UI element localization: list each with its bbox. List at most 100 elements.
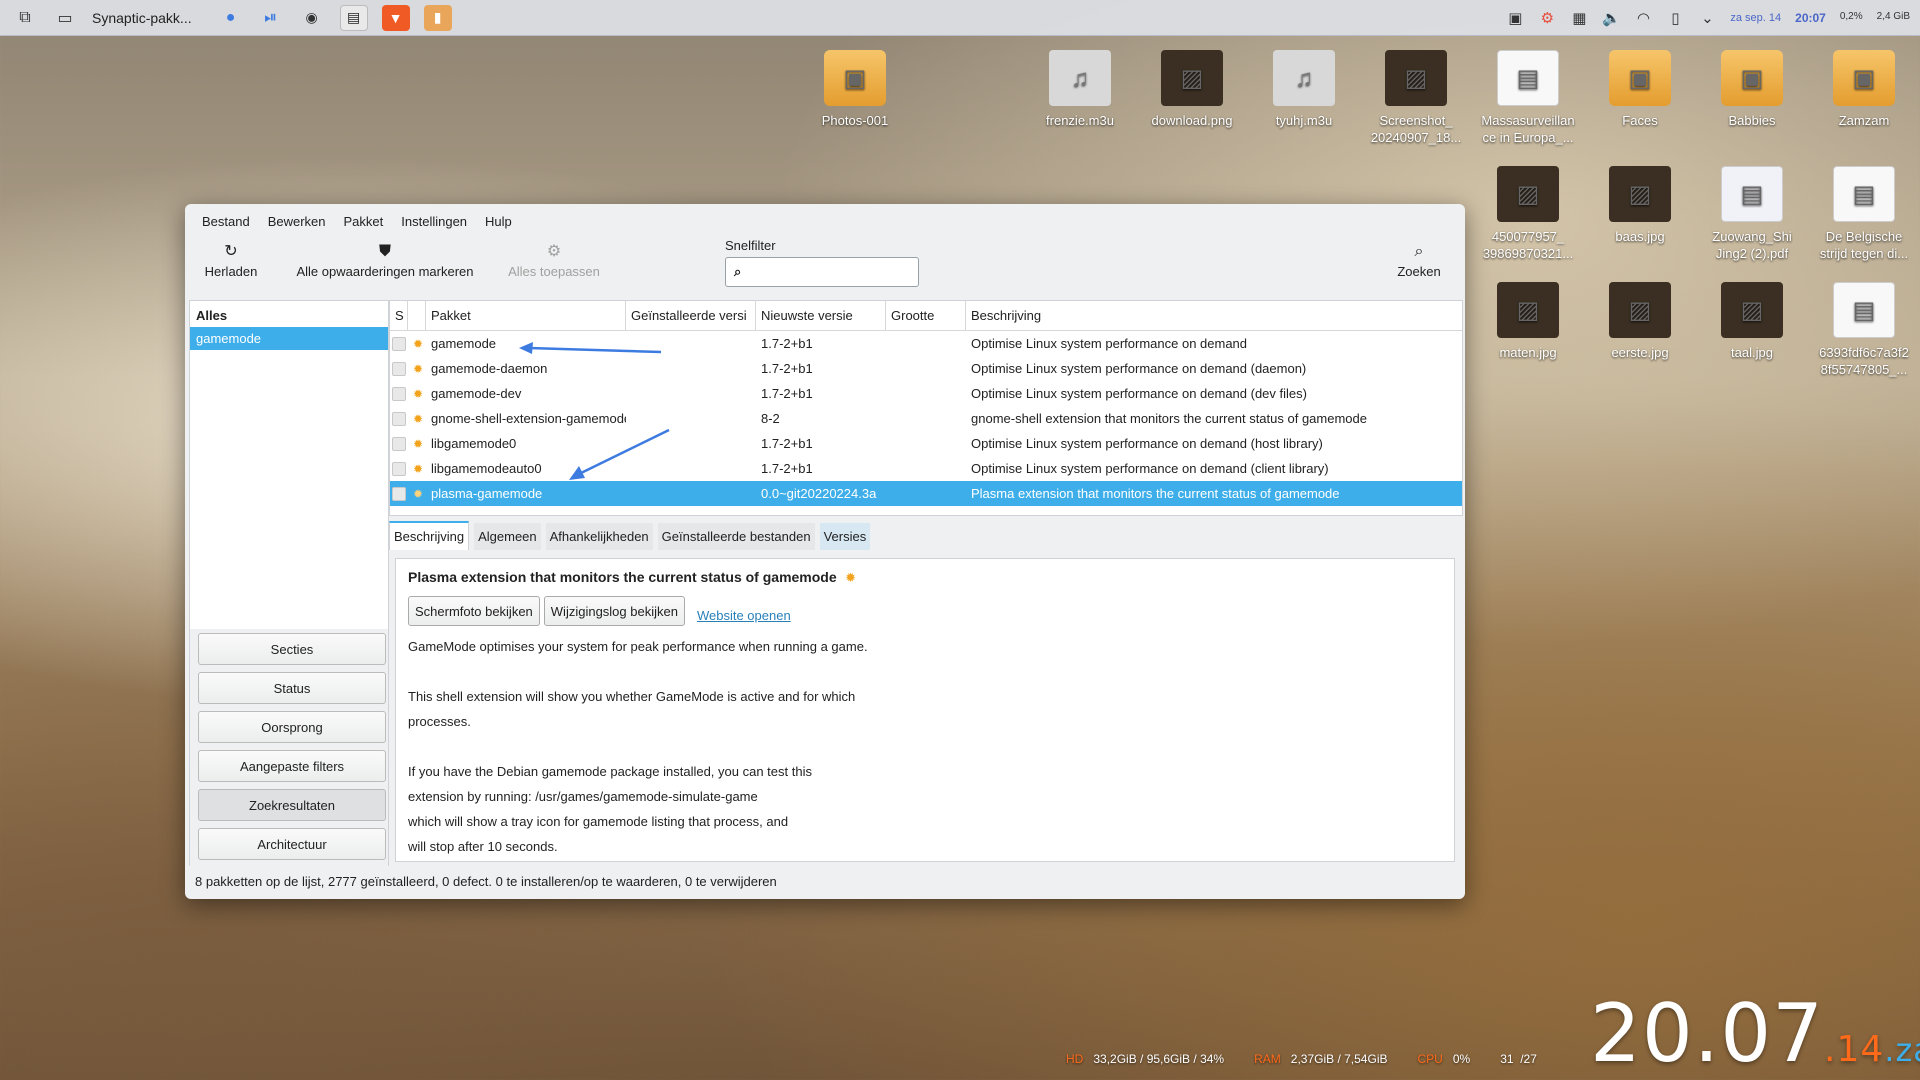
desktop-icon[interactable]: ▨ eerste.jpg <box>1585 282 1695 361</box>
tab-dependencies[interactable]: Afhankelijkheden <box>545 523 653 550</box>
screenshot-icon[interactable]: ▭ <box>52 7 78 29</box>
temp-stat: 31 /27 <box>1500 1052 1537 1066</box>
changelog-button[interactable]: Wijzigingslog bekijken <box>543 596 685 626</box>
menu-bewerken[interactable]: Bewerken <box>259 214 335 229</box>
desktop-icon[interactable]: ▣ Photos-001 <box>800 50 910 129</box>
quickfilter-input[interactable] <box>747 264 908 280</box>
menu-instellingen[interactable]: Instellingen <box>392 214 476 229</box>
desktop-icon-label: Zamzam <box>1838 113 1890 128</box>
detail-title: Plasma extension that monitors the curre… <box>408 569 1442 586</box>
desktop-icon-label: Photos-001 <box>821 113 889 128</box>
sidebar-header[interactable]: Alles <box>190 301 388 327</box>
active-window-title[interactable]: Synaptic-pakk... <box>92 10 192 26</box>
update-icon[interactable]: ⚙ <box>1538 9 1556 27</box>
desktop-icon-label: Zuowang_Shi Jing2 (2).pdf <box>1712 229 1792 261</box>
custom-filters-button[interactable]: Aangepaste filters <box>198 750 386 782</box>
package-checkbox[interactable] <box>392 486 406 501</box>
desktop-icon[interactable]: ▨ taal.jpg <box>1697 282 1807 361</box>
status-cell <box>390 411 408 426</box>
quickfilter: Snelfilter ⌕ <box>725 238 919 287</box>
search-results-button[interactable]: Zoekresultaten <box>198 789 386 821</box>
volume-icon[interactable]: 🔈 <box>1602 9 1621 27</box>
col-icon[interactable] <box>408 301 426 330</box>
desktop-icon-label: 450077957_ 39869870321... <box>1482 229 1574 261</box>
tray-time[interactable]: 20:07 <box>1795 11 1826 25</box>
col-installed-version[interactable]: Geïnstalleerde versi <box>626 301 756 330</box>
menu-hulp[interactable]: Hulp <box>476 214 521 229</box>
icon-cell: ✹ <box>408 336 426 351</box>
table-row[interactable]: ✹ libgamemode0 1.7-2+b1 Optimise Linux syst… <box>390 431 1462 456</box>
desktop-icon[interactable]: ▣ Babbies <box>1697 50 1807 129</box>
tab-general[interactable]: Algemeen <box>474 523 541 550</box>
desktop-icon-label: frenzie.m3u <box>1046 113 1114 128</box>
desktop-icon[interactable]: ▨ download.png <box>1137 50 1247 129</box>
desktop-icon[interactable]: ▤ Massasurveillan ce in Europa_... <box>1473 50 1583 146</box>
quickfilter-label: Snelfilter <box>725 238 776 253</box>
media-record-icon[interactable]: ● <box>218 7 244 29</box>
package-checkbox[interactable] <box>392 336 406 351</box>
tab-installed-files[interactable]: Geïnstalleerde bestanden <box>657 523 815 550</box>
table-row[interactable]: ✹ gnome-shell-extension-gamemode 8-2 gnome-… <box>390 406 1462 431</box>
desktop-icon[interactable]: ▣ Zamzam <box>1809 50 1919 129</box>
reload-icon: ↻ <box>224 243 238 260</box>
desktop-icon[interactable]: ▨ 450077957_ 39869870321... <box>1473 166 1583 262</box>
quickfilter-box[interactable]: ⌕ <box>725 257 919 287</box>
package-checkbox[interactable] <box>392 361 406 376</box>
col-package[interactable]: Pakket <box>426 301 626 330</box>
package-checkbox[interactable] <box>392 411 406 426</box>
chevron-down-icon[interactable]: ⌄ <box>1698 9 1716 27</box>
package-checkbox[interactable] <box>392 386 406 401</box>
shield-icon: ⛊ <box>378 243 391 260</box>
clipboard-icon[interactable]: ▦ <box>1570 9 1588 27</box>
media-play-pause-icon[interactable]: ⏯ <box>258 7 284 29</box>
package-checkbox[interactable] <box>392 461 406 476</box>
desktop-icon[interactable]: ▨ Screenshot_ 20240907_18... <box>1361 50 1471 146</box>
col-latest-version[interactable]: Nieuwste versie <box>756 301 886 330</box>
sections-button[interactable]: Secties <box>198 633 386 665</box>
desktop-icon[interactable]: ♫ frenzie.m3u <box>1025 50 1135 129</box>
table-row[interactable]: ✹ gamemode-dev 1.7-2+b1 Optimise Linux syst… <box>390 381 1462 406</box>
apply-button[interactable]: ⚙ Alles toepassen <box>499 240 609 279</box>
sidebar-item-selected[interactable]: gamemode <box>190 327 388 350</box>
origin-button[interactable]: Oorsprong <box>198 711 386 743</box>
desktop-icon[interactable]: ▤ Zuowang_Shi Jing2 (2).pdf <box>1697 166 1807 262</box>
desktop-icon[interactable]: ▨ baas.jpg <box>1585 166 1695 245</box>
file-manager-icon[interactable]: ▤ <box>339 4 368 31</box>
archive-app-icon[interactable]: ▮ <box>423 4 452 31</box>
architecture-button[interactable]: Architectuur <box>198 828 386 860</box>
col-description[interactable]: Beschrijving <box>966 301 1462 330</box>
media-app-icon[interactable]: ◉ <box>298 5 326 31</box>
package-checkbox[interactable] <box>392 436 406 451</box>
tray-cpu-stat: 0,2% <box>1839 10 1863 22</box>
reload-button[interactable]: ↻ Herladen <box>199 240 263 279</box>
status-button[interactable]: Status <box>198 672 386 704</box>
pager-icon[interactable]: ⧉ <box>12 7 38 29</box>
package-table: S Pakket Geïnstalleerde versi Nieuwste v… <box>389 300 1463 516</box>
website-link[interactable]: Website openen <box>697 608 791 623</box>
mark-upgrades-button[interactable]: ⛊ Alle opwaarderingen markeren <box>285 240 485 279</box>
table-row[interactable]: ✹ plasma-gamemode 0.0~git20220224.3a Plasma… <box>390 481 1462 506</box>
network-icon[interactable]: ◠ <box>1634 9 1652 27</box>
notes-icon[interactable]: ▣ <box>1506 9 1524 27</box>
menu-pakket[interactable]: Pakket <box>335 214 393 229</box>
desktop-icon[interactable]: ▤ De Belgische strijd tegen di... <box>1809 166 1919 262</box>
cell-latest: 0.0~git20220224.3a <box>761 486 877 501</box>
desktop-icon-label: Massasurveillan ce in Europa_... <box>1481 113 1575 145</box>
table-row[interactable]: ✹ libgamemodeauto0 1.7-2+b1 Optimise Linux … <box>390 456 1462 481</box>
battery-icon[interactable]: ▯ <box>1666 9 1684 27</box>
col-status[interactable]: S <box>390 301 408 330</box>
tab-description[interactable]: Beschrijving <box>389 521 470 550</box>
tray-date[interactable]: za sep. 14 <box>1730 12 1781 24</box>
menu-bestand[interactable]: Bestand <box>193 214 259 229</box>
col-size[interactable]: Grootte <box>886 301 966 330</box>
brave-browser-icon[interactable]: ▼ <box>381 4 410 31</box>
desktop-icon[interactable]: ▨ maten.jpg <box>1473 282 1583 361</box>
photo-thumbnail-icon: ▨ <box>1161 50 1223 106</box>
tab-versions[interactable]: Versies <box>819 523 871 550</box>
search-button[interactable]: ⌕ Zoeken <box>1389 240 1449 279</box>
desktop-icon[interactable]: ▣ Faces <box>1585 50 1695 129</box>
package-icon: ✹ <box>412 362 424 376</box>
desktop-icon[interactable]: ▤ 6393fdf6c7a3f2 8f55747805_... <box>1809 282 1919 378</box>
screenshot-button[interactable]: Schermfoto bekijken <box>408 596 540 626</box>
desktop-icon[interactable]: ♫ tyuhj.m3u <box>1249 50 1359 129</box>
